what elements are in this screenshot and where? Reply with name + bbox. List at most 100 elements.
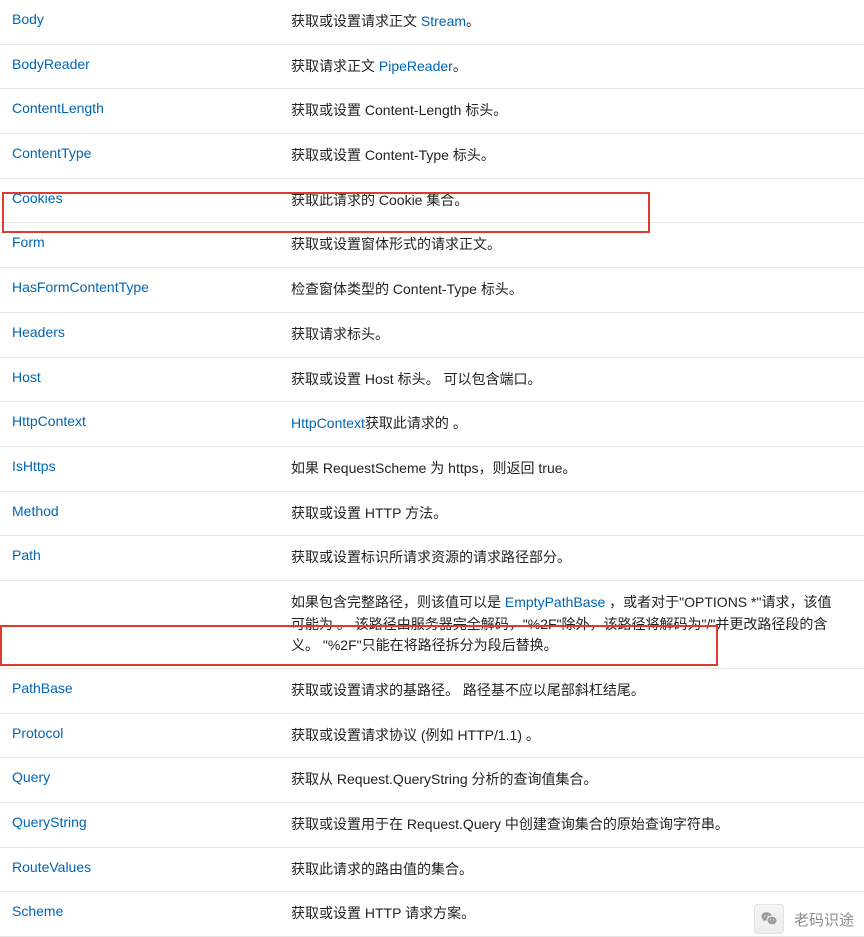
property-name-cell: Protocol: [0, 714, 285, 752]
table-row: Scheme 获取或设置 HTTP 请求方案。: [0, 892, 864, 937]
property-link[interactable]: RouteValues: [12, 859, 91, 875]
desc-pre: 获取或设置 Host 标头。 可以包含端口。: [291, 371, 541, 387]
property-name-cell: Path: [0, 536, 285, 574]
property-name-cell: BodyReader: [0, 45, 285, 83]
table-row: Protocol 获取或设置请求协议 (例如 HTTP/1.1) 。: [0, 714, 864, 759]
desc-pre: 如果包含完整路径，则该值可以是: [291, 594, 505, 610]
desc-pre: 获取或设置请求的基路径。 路径基不应以尾部斜杠结尾。: [291, 682, 645, 698]
property-name-cell: PathBase: [0, 669, 285, 707]
table-row: Query 获取从 Request.QueryString 分析的查询值集合。: [0, 758, 864, 803]
desc-link[interactable]: HttpContext: [291, 415, 365, 431]
property-link[interactable]: ContentLength: [12, 100, 104, 116]
table-row: PathBase 获取或设置请求的基路径。 路径基不应以尾部斜杠结尾。: [0, 669, 864, 714]
table-row: Body 获取或设置请求正文 Stream。: [0, 0, 864, 45]
rows-group-2: PathBase 获取或设置请求的基路径。 路径基不应以尾部斜杠结尾。 Prot…: [0, 669, 864, 937]
property-name-cell: ContentLength: [0, 89, 285, 127]
desc-post: 。: [453, 58, 467, 74]
property-link[interactable]: HasFormContentType: [12, 279, 149, 295]
desc-pre: 获取或设置 Content-Type 标头。: [291, 147, 495, 163]
property-link[interactable]: PathBase: [12, 680, 73, 696]
property-name-cell: Method: [0, 492, 285, 530]
property-name-cell: QueryString: [0, 803, 285, 841]
table-row: HttpContext HttpContext获取此请求的 。: [0, 402, 864, 447]
property-name-cell: IsHttps: [0, 447, 285, 485]
property-desc-cell: 获取或设置窗体形式的请求正文。: [285, 223, 864, 267]
property-desc-cell: 获取或设置标识所请求资源的请求路径部分。: [285, 536, 864, 580]
property-link[interactable]: Protocol: [12, 725, 63, 741]
property-desc-cell: 获取此请求的路由值的集合。: [285, 848, 864, 892]
properties-table: Body 获取或设置请求正文 Stream。 BodyReader 获取请求正文…: [0, 0, 864, 937]
property-link[interactable]: Host: [12, 369, 41, 385]
desc-pre: 获取或设置请求协议 (例如 HTTP/1.1) 。: [291, 727, 540, 743]
table-row: Method 获取或设置 HTTP 方法。: [0, 492, 864, 537]
desc-pre: 获取或设置用于在 Request.Query 中创建查询集合的原始查询字符串。: [291, 816, 729, 832]
property-link[interactable]: HttpContext: [12, 413, 86, 429]
property-name-cell: RouteValues: [0, 848, 285, 886]
property-link[interactable]: Headers: [12, 324, 65, 340]
table-row: QueryString 获取或设置用于在 Request.Query 中创建查询…: [0, 803, 864, 848]
desc-pre: 获取或设置 HTTP 方法。: [291, 505, 447, 521]
property-desc-cell: 获取或设置请求协议 (例如 HTTP/1.1) 。: [285, 714, 864, 758]
table-row: Form 获取或设置窗体形式的请求正文。: [0, 223, 864, 268]
property-link[interactable]: QueryString: [12, 814, 87, 830]
desc-pre: 获取或设置 Content-Length 标头。: [291, 102, 507, 118]
table-row: BodyReader 获取请求正文 PipeReader。: [0, 45, 864, 90]
desc-link[interactable]: Stream: [421, 13, 466, 29]
desc-pre: 获取请求正文: [291, 58, 379, 74]
property-desc-cell: 获取请求正文 PipeReader。: [285, 45, 864, 89]
table-row: Host 获取或设置 Host 标头。 可以包含端口。: [0, 358, 864, 403]
table-row: RouteValues 获取此请求的路由值的集合。: [0, 848, 864, 893]
property-desc-cell: 获取或设置 HTTP 方法。: [285, 492, 864, 536]
property-desc-cell: 获取或设置请求的基路径。 路径基不应以尾部斜杠结尾。: [285, 669, 864, 713]
property-link[interactable]: Scheme: [12, 903, 63, 919]
property-link[interactable]: Method: [12, 503, 59, 519]
property-link[interactable]: Path: [12, 547, 41, 563]
desc-pre: 获取此请求的 Cookie 集合。: [291, 192, 468, 208]
desc-pre: 获取此请求的路由值的集合。: [291, 861, 473, 877]
desc-pre: 获取从 Request.QueryString 分析的查询值集合。: [291, 771, 598, 787]
property-desc-cell: 获取或设置 Host 标头。 可以包含端口。: [285, 358, 864, 402]
desc-pre: 获取或设置窗体形式的请求正文。: [291, 236, 501, 252]
desc-pre: 获取或设置标识所请求资源的请求路径部分。: [291, 549, 571, 565]
table-row: Cookies 获取此请求的 Cookie 集合。: [0, 179, 864, 224]
property-link[interactable]: Form: [12, 234, 45, 250]
property-desc-cell: 如果 RequestScheme 为 https，则返回 true。: [285, 447, 864, 491]
property-link[interactable]: Cookies: [12, 190, 63, 206]
property-desc-cell: 获取或设置 Content-Type 标头。: [285, 134, 864, 178]
property-desc-cell: 检查窗体类型的 Content-Type 标头。: [285, 268, 864, 312]
property-name-cell: Query: [0, 758, 285, 796]
property-link[interactable]: BodyReader: [12, 56, 90, 72]
table-row: Path 获取或设置标识所请求资源的请求路径部分。: [0, 536, 864, 581]
property-name-cell: ContentType: [0, 134, 285, 172]
property-name-cell: Headers: [0, 313, 285, 351]
property-link[interactable]: ContentType: [12, 145, 91, 161]
property-name-cell: Form: [0, 223, 285, 261]
property-desc-cell: 获取或设置 HTTP 请求方案。: [285, 892, 864, 936]
property-desc-cell: 获取或设置用于在 Request.Query 中创建查询集合的原始查询字符串。: [285, 803, 864, 847]
property-name-cell: Scheme: [0, 892, 285, 930]
table-row: Headers 获取请求标头。: [0, 313, 864, 358]
table-row: ContentType 获取或设置 Content-Type 标头。: [0, 134, 864, 179]
property-desc-cell: 获取或设置 Content-Length 标头。: [285, 89, 864, 133]
page-wrap: { "rows": [ { "name": "Body", "desc_pre"…: [0, 0, 864, 937]
desc-pre: 获取或设置请求正文: [291, 13, 421, 29]
desc-post: 。: [466, 13, 480, 29]
property-desc-cell: 获取请求标头。: [285, 313, 864, 357]
desc-pre: 获取或设置 HTTP 请求方案。: [291, 905, 475, 921]
desc-link[interactable]: PipeReader: [379, 58, 453, 74]
property-link[interactable]: IsHttps: [12, 458, 56, 474]
table-row: ContentLength 获取或设置 Content-Length 标头。: [0, 89, 864, 134]
desc-link[interactable]: EmptyPathBase: [505, 594, 605, 610]
property-link[interactable]: Query: [12, 769, 50, 785]
desc-pre: 检查窗体类型的 Content-Type 标头。: [291, 281, 523, 297]
table-row: IsHttps 如果 RequestScheme 为 https，则返回 tru…: [0, 447, 864, 492]
desc-pre: 获取请求标头。: [291, 326, 389, 342]
property-link[interactable]: Body: [12, 11, 44, 27]
property-desc-cell: 获取此请求的 Cookie 集合。: [285, 179, 864, 223]
property-name-cell: Host: [0, 358, 285, 396]
property-desc-cell: 获取或设置请求正文 Stream。: [285, 0, 864, 44]
property-name-cell: HttpContext: [0, 402, 285, 440]
property-name-cell: Body: [0, 0, 285, 38]
path-extra-desc: 如果包含完整路径，则该值可以是 EmptyPathBase ，或者对于"OPTI…: [0, 581, 864, 669]
desc-pre: 如果 RequestScheme 为 https，则返回 true。: [291, 460, 577, 476]
